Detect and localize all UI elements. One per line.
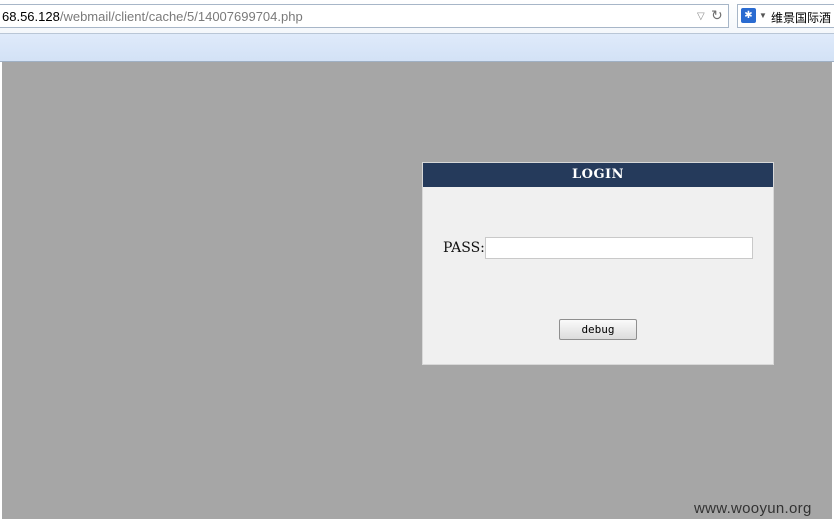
search-box[interactable]: ✱ ▼ 维景国际酒	[737, 4, 834, 28]
pass-input[interactable]	[485, 237, 753, 259]
pass-label: PASS:	[443, 240, 485, 256]
chevron-down-icon[interactable]: ▼	[759, 11, 767, 20]
browser-window: 68.56.128/webmail/client/cache/5/1400769…	[0, 0, 834, 519]
url-dropdown-icon[interactable]: ▽	[697, 11, 705, 22]
url-field[interactable]: 68.56.128/webmail/client/cache/5/1400769…	[0, 4, 729, 28]
browser-toolbar	[0, 34, 834, 62]
page-content: LOGIN PASS: debug	[2, 62, 832, 519]
search-input[interactable]: 维景国际酒	[771, 9, 831, 26]
url-text: 68.56.128/webmail/client/cache/5/1400769…	[2, 9, 303, 24]
debug-button[interactable]: debug	[559, 319, 637, 340]
url-host: 68.56.128	[2, 9, 60, 24]
login-panel: LOGIN PASS: debug	[422, 162, 774, 365]
address-bar-row: 68.56.128/webmail/client/cache/5/1400769…	[0, 0, 834, 34]
watermark-text: www.wooyun.org	[694, 500, 812, 517]
login-title: LOGIN	[423, 163, 773, 187]
url-path: /webmail/client/cache/5/14007699704.php	[59, 9, 303, 24]
reload-icon[interactable]: ↻	[711, 7, 723, 24]
paw-icon[interactable]: ✱	[741, 8, 756, 23]
